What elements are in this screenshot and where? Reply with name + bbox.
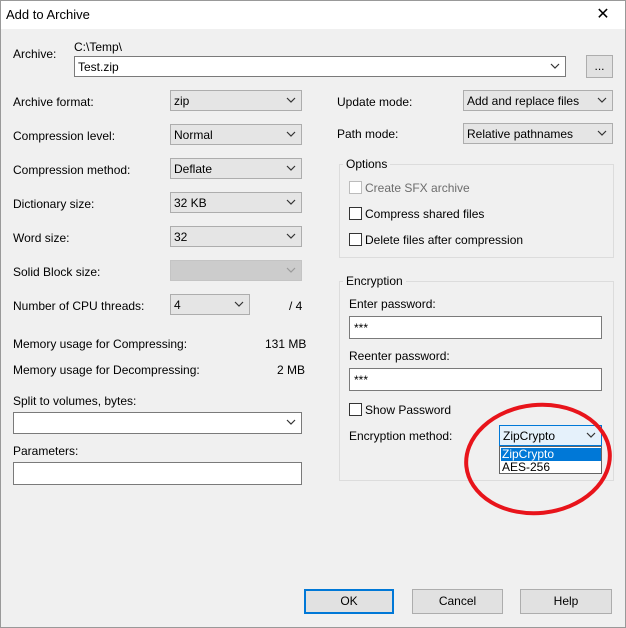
dictionary-size-label: Dictionary size: — [13, 197, 95, 211]
path-mode-select[interactable]: Relative pathnames — [463, 123, 613, 144]
parameters-field[interactable] — [14, 463, 301, 484]
close-icon[interactable]: ✕ — [581, 1, 625, 29]
create-sfx-label: Create SFX archive — [365, 181, 470, 195]
memory-compress-label: Memory usage for Compressing: — [13, 337, 188, 351]
create-sfx-checkbox — [349, 181, 362, 194]
help-button[interactable]: Help — [520, 589, 612, 614]
archive-name-combo[interactable]: Test.zip — [74, 56, 566, 77]
dictionary-size-select[interactable]: 32 KB — [170, 192, 302, 213]
delete-after-label[interactable]: Delete files after compression — [365, 233, 523, 247]
chevron-down-icon — [595, 93, 609, 107]
dictionary-size-value: 32 KB — [174, 196, 207, 210]
chevron-down-icon — [595, 126, 609, 140]
word-size-select[interactable]: 32 — [170, 226, 302, 247]
update-mode-select[interactable]: Add and replace files — [463, 90, 613, 111]
delete-after-checkbox[interactable] — [349, 233, 362, 246]
parameters-input[interactable] — [13, 462, 302, 485]
reenter-password-label: Reenter password: — [349, 349, 450, 363]
chevron-down-icon — [284, 93, 298, 107]
archive-path: C:\Temp\ — [74, 40, 123, 54]
compression-method-label: Compression method: — [13, 163, 131, 177]
reenter-password-field[interactable] — [350, 369, 601, 390]
red-annotation-circle — [464, 402, 612, 516]
split-volumes-label: Split to volumes, bytes: — [13, 394, 137, 408]
solid-block-size-label: Solid Block size: — [13, 265, 101, 279]
show-password-label[interactable]: Show Password — [365, 403, 451, 417]
chevron-down-icon — [284, 127, 298, 141]
cpu-threads-label: Number of CPU threads: — [13, 299, 145, 313]
enter-password-label: Enter password: — [349, 297, 436, 311]
cpu-threads-max: / 4 — [289, 299, 303, 313]
enter-password-field[interactable] — [350, 317, 601, 338]
cpu-threads-select[interactable]: 4 — [170, 294, 250, 315]
compression-level-value: Normal — [174, 128, 213, 142]
word-size-value: 32 — [174, 230, 188, 244]
update-mode-label: Update mode: — [337, 95, 413, 109]
compression-level-select[interactable]: Normal — [170, 124, 302, 145]
archive-format-value: zip — [174, 94, 190, 108]
archive-name-value: Test.zip — [78, 60, 119, 74]
solid-block-size-select — [170, 260, 302, 281]
memory-compress-value: 131 MB — [265, 337, 307, 351]
archive-format-select[interactable]: zip — [170, 90, 302, 111]
parameters-label: Parameters: — [13, 444, 79, 458]
reenter-password-input[interactable] — [349, 368, 602, 391]
chevron-down-icon — [232, 297, 246, 311]
word-size-label: Word size: — [13, 231, 70, 245]
compress-shared-checkbox[interactable] — [349, 207, 362, 220]
memory-decompress-value: 2 MB — [277, 363, 306, 377]
browse-button[interactable]: ... — [586, 55, 613, 78]
path-mode-label: Path mode: — [337, 127, 399, 141]
compression-level-label: Compression level: — [13, 129, 116, 143]
chevron-down-icon — [284, 161, 298, 175]
chevron-down-icon — [284, 195, 298, 209]
archive-label: Archive: — [13, 47, 57, 61]
archive-format-label: Archive format: — [13, 95, 94, 109]
show-password-checkbox[interactable] — [349, 403, 362, 416]
split-volumes-combo[interactable] — [13, 412, 302, 434]
chevron-down-icon — [284, 229, 298, 243]
cancel-button[interactable]: Cancel — [412, 589, 503, 614]
path-mode-value: Relative pathnames — [467, 127, 574, 141]
enter-password-input[interactable] — [349, 316, 602, 339]
chevron-down-icon — [284, 415, 298, 429]
compress-shared-label[interactable]: Compress shared files — [365, 207, 484, 221]
encryption-group-title: Encryption — [343, 274, 406, 288]
chevron-down-icon — [548, 59, 562, 73]
compression-method-select[interactable]: Deflate — [170, 158, 302, 179]
memory-decompress-label: Memory usage for Decompressing: — [13, 363, 200, 377]
cpu-threads-value: 4 — [174, 298, 181, 312]
chevron-down-icon — [284, 263, 298, 277]
title-bar: Add to Archive ✕ — [1, 1, 625, 29]
ok-button[interactable]: OK — [304, 589, 394, 614]
window-title: Add to Archive — [6, 7, 90, 22]
add-to-archive-dialog: Add to Archive ✕ Archive: C:\Temp\ Test.… — [0, 0, 626, 628]
update-mode-value: Add and replace files — [467, 94, 580, 108]
options-group-title: Options — [343, 157, 391, 171]
encryption-method-label: Encryption method: — [349, 429, 453, 443]
compression-method-value: Deflate — [174, 162, 213, 176]
